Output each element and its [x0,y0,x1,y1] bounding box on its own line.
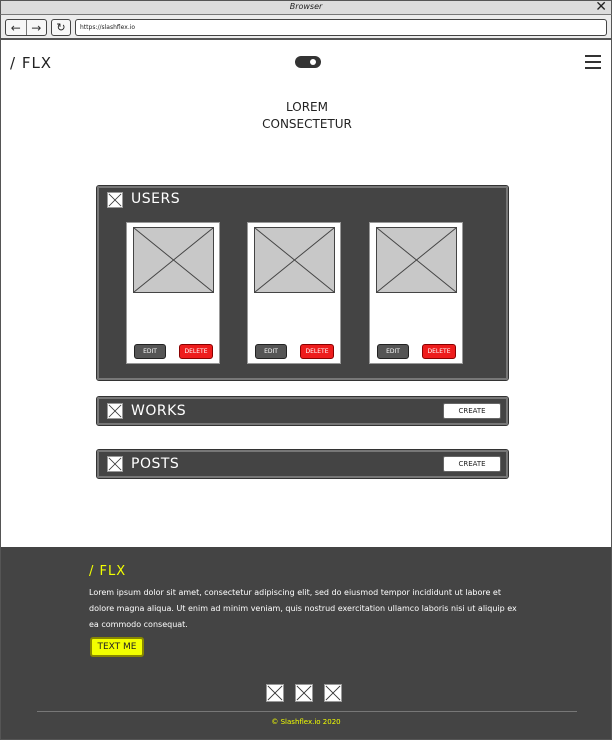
social-icon[interactable] [266,684,284,702]
browser-toolbar: ← → ↻ https://slashflex.io [0,15,612,40]
create-work-button[interactable]: CREATE [443,403,501,419]
footer: / FLX Lorem ipsum dolor sit amet, consec… [1,547,611,739]
delete-button[interactable]: DELETE [422,344,456,359]
edit-button[interactable]: EDIT [134,344,166,359]
refresh-icon[interactable]: ↻ [51,19,71,36]
text-me-button[interactable]: TEXT ME [90,637,144,657]
posts-panel: POSTS CREATE [96,449,509,479]
delete-button[interactable]: DELETE [179,344,213,359]
image-placeholder-icon [133,227,214,293]
create-post-button[interactable]: CREATE [443,456,501,472]
footer-text: Lorem ipsum dolor sit amet, consectetur … [89,588,517,629]
window-title: Browser [289,2,323,11]
social-icon[interactable] [324,684,342,702]
url-bar[interactable]: https://slashflex.io [75,19,607,36]
footer-logo: / FLX [89,564,127,579]
user-card: EDIT DELETE [126,222,220,364]
user-card: EDIT DELETE [247,222,341,364]
users-panel: USERS EDIT DELETE EDIT DELETE EDIT DELET… [96,185,509,381]
works-title: WORKS [131,403,187,419]
hero-title-line2: CONSECTETUR [262,117,352,131]
delete-button[interactable]: DELETE [300,344,334,359]
checkbox-icon[interactable] [107,192,123,208]
back-arrow-icon[interactable]: ← [6,20,26,35]
close-icon[interactable]: ✕ [595,0,607,15]
menu-icon[interactable] [585,55,601,69]
image-placeholder-icon [254,227,335,293]
user-card: EDIT DELETE [369,222,463,364]
window-titlebar: Browser ✕ [0,0,612,15]
copyright: © Slashflex.io 2020 [271,718,341,726]
toggle-icon[interactable] [295,56,321,68]
site-logo[interactable]: / FLX [10,54,52,72]
image-placeholder-icon [376,227,457,293]
edit-button[interactable]: EDIT [255,344,287,359]
social-icon[interactable] [295,684,313,702]
social-links [266,684,342,702]
posts-title: POSTS [131,456,180,472]
hero-title-line1: LOREM [286,100,328,114]
footer-divider [37,711,577,712]
nav-buttons: ← → [5,19,47,36]
edit-button[interactable]: EDIT [377,344,409,359]
checkbox-icon[interactable] [107,456,123,472]
works-panel: WORKS CREATE [96,396,509,426]
forward-arrow-icon[interactable]: → [25,20,47,35]
checkbox-icon[interactable] [107,403,123,419]
users-title: USERS [131,191,181,207]
